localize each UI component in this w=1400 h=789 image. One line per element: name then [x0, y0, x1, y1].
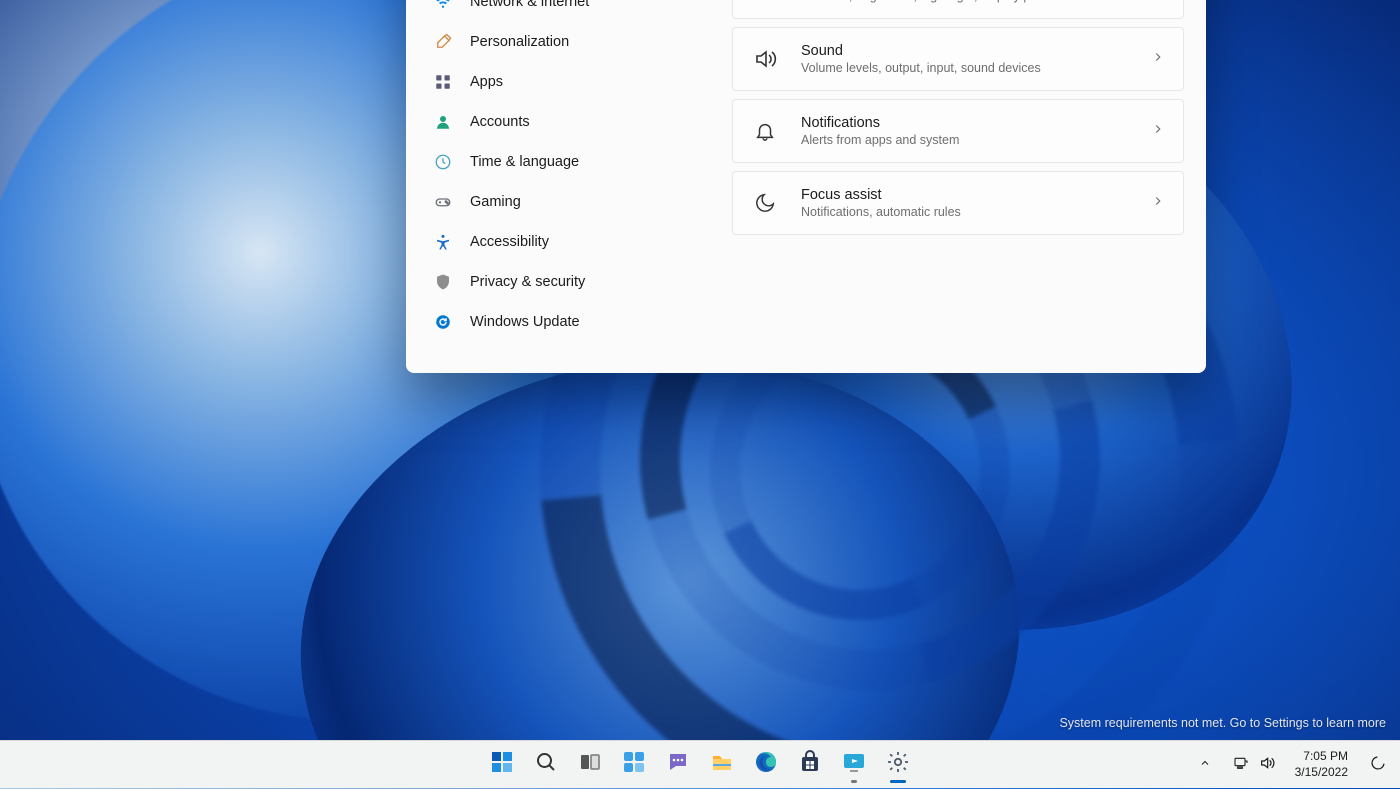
sidebar-item-label: Network & internet	[470, 0, 589, 10]
system-requirements-watermark: System requirements not met. Go to Setti…	[1059, 716, 1386, 730]
sidebar-item-accessibility[interactable]: Accessibility	[406, 222, 710, 262]
person-icon	[433, 112, 453, 132]
sidebar-item-windows-update[interactable]: Windows Update	[406, 302, 710, 342]
sidebar-item-label: Accounts	[470, 114, 530, 130]
shield-icon	[433, 272, 453, 292]
taskbar-task-view-button[interactable]	[570, 745, 610, 785]
taskbar-store-button[interactable]	[790, 745, 830, 785]
tray-time: 7:05 PM	[1295, 749, 1348, 765]
tray-overflow-button[interactable]	[1191, 751, 1219, 778]
update-icon	[433, 312, 453, 332]
edge-icon	[754, 750, 778, 779]
card-title: Sound	[801, 43, 1151, 59]
card-subtitle: Notifications, automatic rules	[801, 205, 1151, 219]
system-tray: 7:05 PM 3/15/2022	[1191, 741, 1396, 789]
tray-date: 3/15/2022	[1295, 765, 1348, 781]
chevron-right-icon	[1151, 194, 1165, 213]
brush-icon	[433, 32, 453, 52]
access-icon	[433, 232, 453, 252]
taskbar-media-player-button[interactable]	[834, 745, 874, 785]
clock-icon	[433, 152, 453, 172]
widgets-icon	[622, 750, 646, 779]
settings-card-focus-assist[interactable]: Focus assist Notifications, automatic rul…	[732, 171, 1184, 235]
settings-card-sound[interactable]: Sound Volume levels, output, input, sound…	[732, 27, 1184, 91]
file-explorer-icon	[710, 750, 734, 779]
sidebar-item-label: Time & language	[470, 154, 579, 170]
gamepad-icon	[433, 192, 453, 212]
network-icon	[1233, 755, 1249, 774]
taskbar-search-button[interactable]	[526, 745, 566, 785]
taskbar-file-explorer-button[interactable]	[702, 745, 742, 785]
taskbar-widgets-button[interactable]	[614, 745, 654, 785]
network-sound-tray[interactable]	[1225, 751, 1283, 778]
sound-icon	[751, 45, 779, 73]
settings-icon	[886, 750, 910, 779]
settings-card-notifications[interactable]: Notifications Alerts from apps and system	[732, 99, 1184, 163]
apps-icon	[433, 72, 453, 92]
taskbar-start-button[interactable]	[482, 745, 522, 785]
sidebar-item-label: Personalization	[470, 34, 569, 50]
chevron-right-icon	[1151, 50, 1165, 69]
taskbar: 7:05 PM 3/15/2022	[0, 740, 1400, 788]
taskbar-clock[interactable]: 7:05 PM 3/15/2022	[1289, 749, 1354, 780]
task-view-icon	[578, 750, 602, 779]
sidebar-item-personalization[interactable]: Personalization	[406, 22, 710, 62]
taskbar-settings-button[interactable]	[878, 745, 918, 785]
card-title: Notifications	[801, 115, 1151, 131]
settings-card-display[interactable]: DisplayMonitors, brightness, night light…	[732, 0, 1184, 19]
media-player-icon	[842, 750, 866, 779]
volume-icon	[1259, 755, 1275, 774]
chat-icon	[666, 750, 690, 779]
card-subtitle: Volume levels, output, input, sound devi…	[801, 61, 1151, 75]
taskbar-edge-button[interactable]	[746, 745, 786, 785]
sidebar-item-label: Privacy & security	[470, 274, 585, 290]
sidebar-item-apps[interactable]: Apps	[406, 62, 710, 102]
store-icon	[798, 750, 822, 779]
sidebar-item-label: Accessibility	[470, 234, 549, 250]
search-icon	[534, 750, 558, 779]
sidebar-item-label: Apps	[470, 74, 503, 90]
sidebar-item-label: Gaming	[470, 194, 521, 210]
settings-sidebar: Network & internet Personalization Apps Acc…	[406, 0, 710, 373]
sidebar-item-accounts[interactable]: Accounts	[406, 102, 710, 142]
card-subtitle: Monitors, brightness, night light, displ…	[801, 0, 1151, 3]
wifi-icon	[433, 0, 453, 12]
chevron-right-icon	[1151, 122, 1165, 141]
notification-center-button[interactable]	[1360, 749, 1396, 780]
settings-content: Windows Update Last checked: 1 minute ag…	[710, 0, 1206, 373]
sidebar-item-time-language[interactable]: Time & language	[406, 142, 710, 182]
taskbar-chat-button[interactable]	[658, 745, 698, 785]
sidebar-item-privacy-security[interactable]: Privacy & security	[406, 262, 710, 302]
start-icon	[490, 750, 514, 779]
sidebar-item-gaming[interactable]: Gaming	[406, 182, 710, 222]
moon-icon	[751, 189, 779, 217]
settings-window: Network & internet Personalization Apps Acc…	[406, 0, 1206, 373]
card-subtitle: Alerts from apps and system	[801, 133, 1151, 147]
display-icon	[751, 0, 779, 1]
bell-icon	[751, 117, 779, 145]
sidebar-item-label: Windows Update	[470, 314, 580, 330]
sidebar-item-network-internet[interactable]: Network & internet	[406, 0, 710, 22]
card-title: Focus assist	[801, 187, 1151, 203]
